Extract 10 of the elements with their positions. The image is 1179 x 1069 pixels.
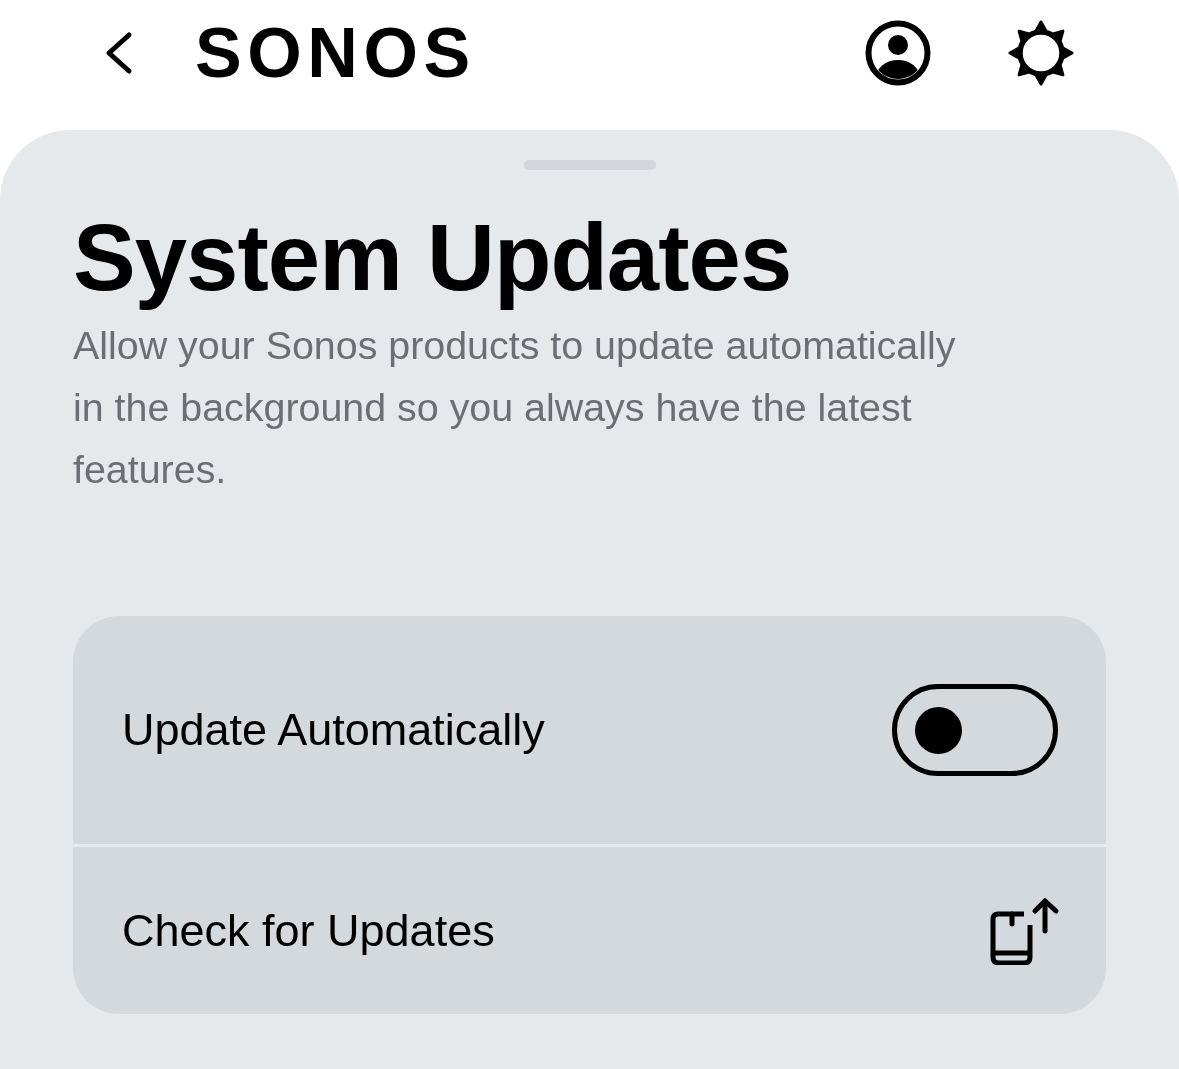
page-description: Allow your Sonos products to update automatically in the background so you always have the latest features.: [73, 322, 957, 494]
setting-row[interactable]: Update Automatically: [73, 616, 1106, 845]
toggle-switch[interactable]: [892, 684, 1058, 777]
profile-icon[interactable]: [865, 20, 931, 86]
device-update-icon: [990, 896, 1060, 965]
setting-label: Check for Updates: [122, 903, 495, 958]
setting-label: Update Automatically: [122, 703, 545, 758]
brand-logo: SONOS: [195, 12, 476, 94]
action-row[interactable]: Check for Updates: [73, 847, 1106, 1015]
page-title: System Updates: [73, 204, 792, 312]
